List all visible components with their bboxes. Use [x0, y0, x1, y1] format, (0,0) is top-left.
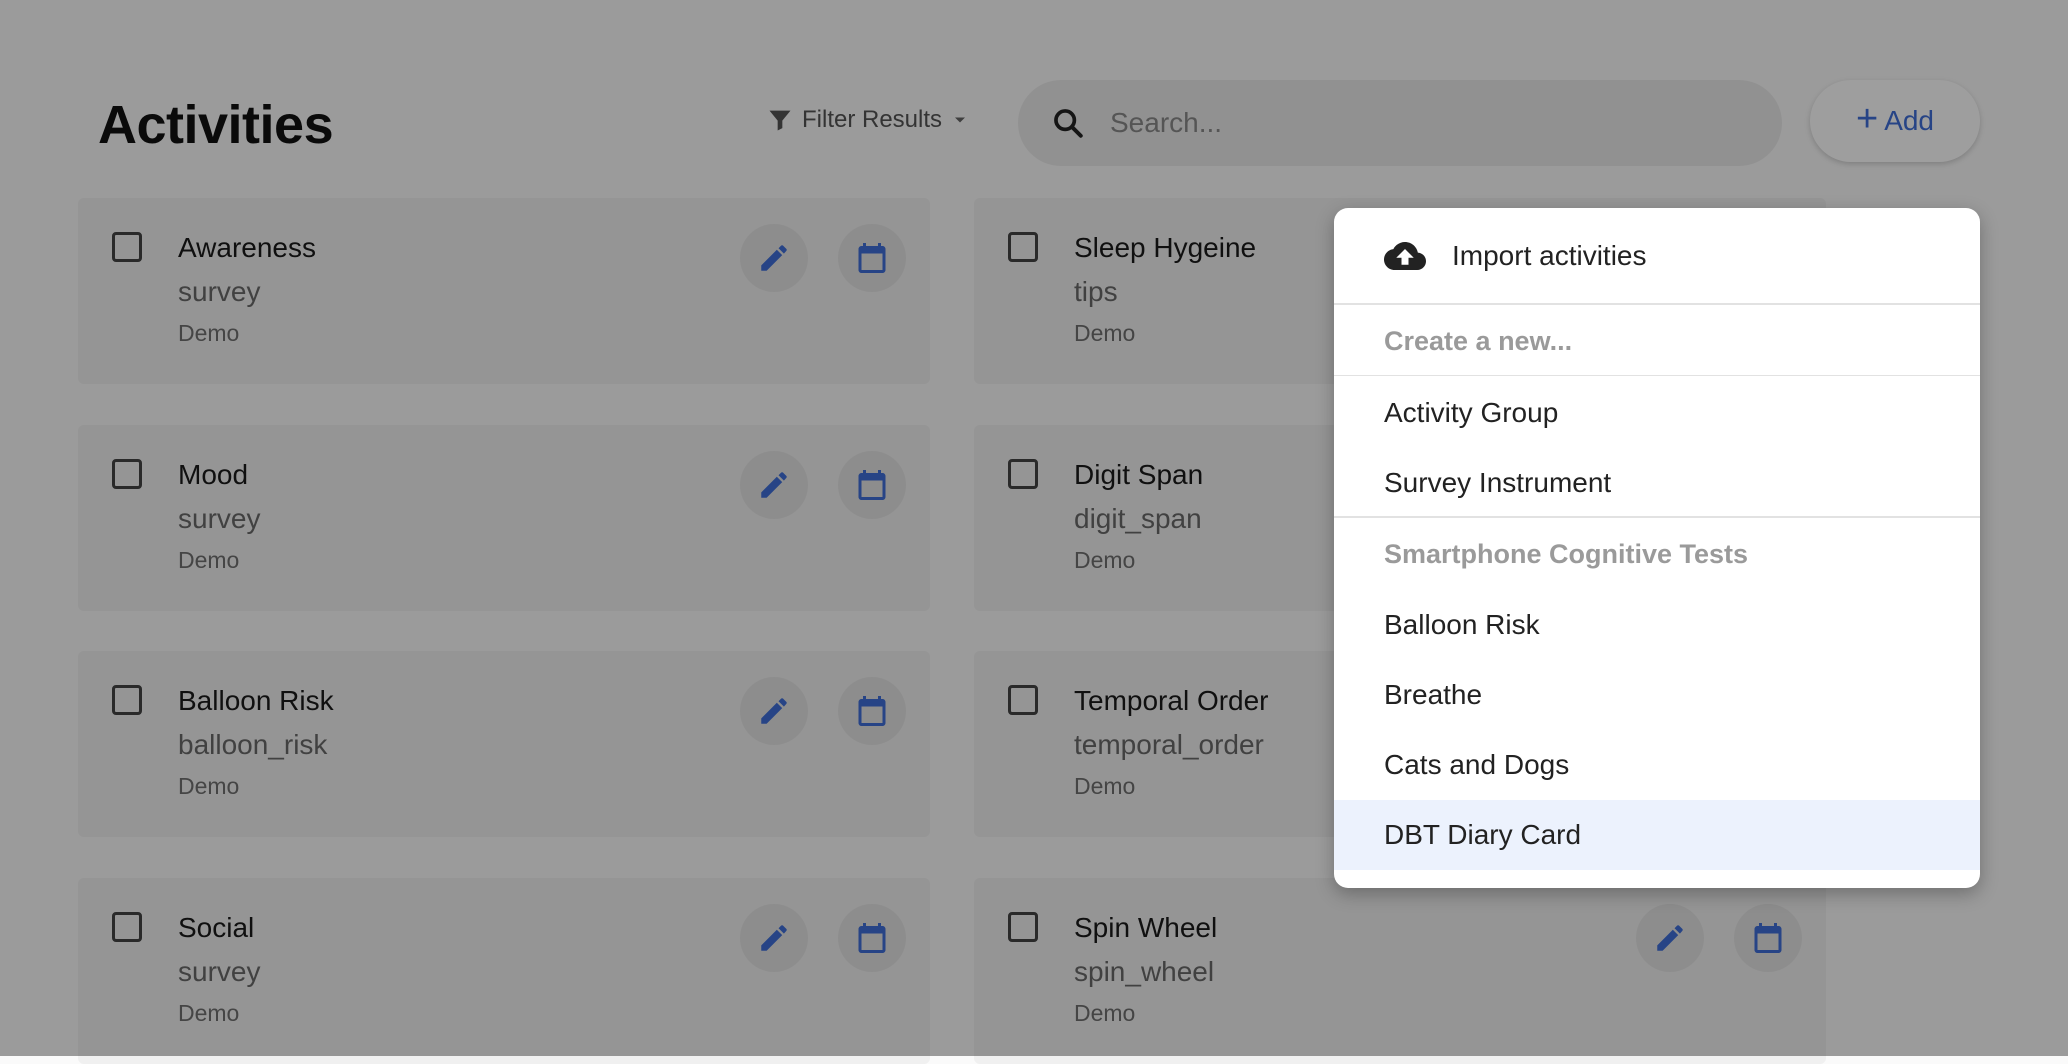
menu-item-breathe[interactable]: Breathe [1334, 660, 1980, 730]
menu-section-header-cognitive-tests: Smartphone Cognitive Tests [1384, 538, 1749, 569]
menu-section-header-create: Create a new... [1384, 325, 1573, 356]
menu-item-survey-instrument[interactable]: Survey Instrument [1334, 448, 1980, 518]
cloud-upload-icon [1384, 235, 1426, 277]
menu-item-import-activities[interactable]: Import activities [1334, 208, 1980, 304]
menu-item-label: Import activities [1452, 240, 1647, 271]
menu-item-cats-and-dogs[interactable]: Cats and Dogs [1334, 730, 1980, 800]
menu-item-activity-group[interactable]: Activity Group [1334, 378, 1980, 448]
add-menu: Import activities Create a new... Activi… [1334, 208, 1980, 888]
menu-item-balloon-risk[interactable]: Balloon Risk [1334, 590, 1980, 660]
menu-divider [1334, 375, 1980, 376]
menu-item-dbt-diary-card[interactable]: DBT Diary Card [1334, 800, 1980, 870]
